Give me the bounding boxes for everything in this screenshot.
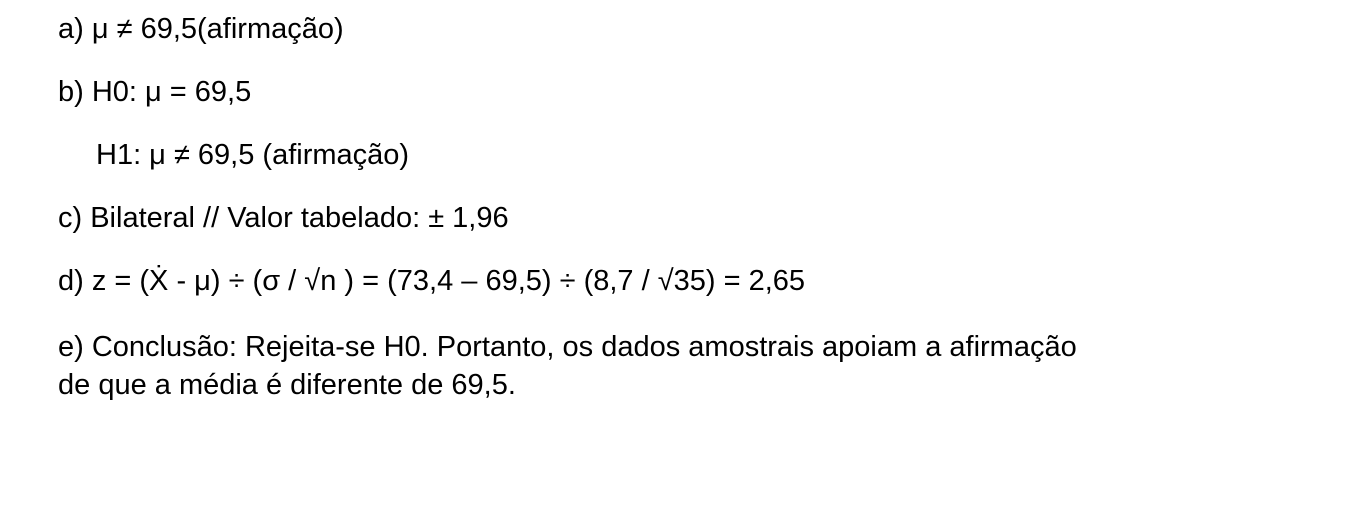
item-c-test-type: c) Bilateral // Valor tabelado: ± 1,96 [58, 202, 509, 234]
item-d-z-statistic: d) z = (Ẋ - μ) ÷ (σ / √n ) = (73,4 – 69,… [58, 265, 806, 297]
item-a-claim: a) μ ≠ 69,5(afirmação) [58, 13, 344, 45]
item-b-alternative-hypothesis: H1: μ ≠ 69,5 (afirmação) [96, 139, 410, 171]
item-b-null-hypothesis: b) H0: μ = 69,5 [58, 76, 252, 108]
item-e-conclusion-line-2: de que a média é diferente de 69,5. [58, 369, 516, 401]
item-e-conclusion-line-1: e) Conclusão: Rejeita-se H0. Portanto, o… [58, 331, 1077, 363]
